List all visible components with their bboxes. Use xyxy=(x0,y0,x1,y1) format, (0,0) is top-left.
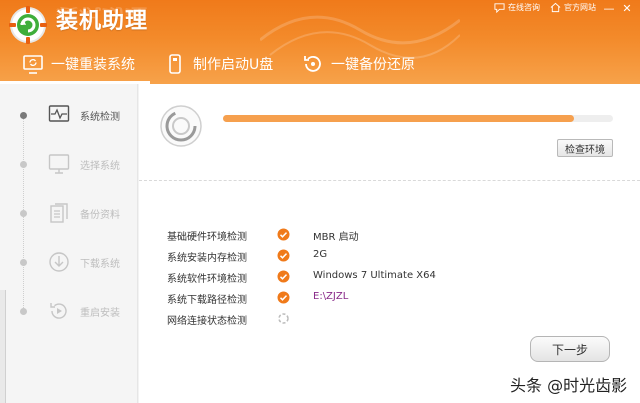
app-title-reflection: 装机助理 xyxy=(56,4,149,19)
watermark: 头条 @时光齿影 xyxy=(510,372,627,396)
detection-panel: 检查环境 基础硬件环境检测 MBR 启动系统安装内存检测 2G 系统软件环境检测 Win… xyxy=(139,84,640,403)
tab-make-usb-label: 制作启动U盘 xyxy=(193,57,274,73)
step-label: 选择系统 xyxy=(80,160,120,172)
scanning-spinner-icon xyxy=(160,105,202,147)
monitor-icon xyxy=(48,154,70,174)
restart-icon xyxy=(50,303,67,319)
tab-reinstall-label: 一键重装系统 xyxy=(51,57,135,73)
step-download-system[interactable]: 下载系统 xyxy=(0,247,138,277)
documents-icon xyxy=(50,203,68,223)
tab-backup-restore[interactable]: 一键备份还原 xyxy=(302,46,415,82)
check-ok-icon xyxy=(277,249,290,262)
download-icon xyxy=(49,252,69,272)
app-logo-icon xyxy=(9,6,47,44)
download-path-link[interactable]: E:\ZJZL xyxy=(313,291,348,302)
check-row: 系统软件环境检测 Windows 7 Ultimate X64 xyxy=(167,267,467,288)
step-label: 下载系统 xyxy=(80,258,120,270)
chat-icon xyxy=(494,3,505,13)
check-ok-icon xyxy=(277,270,290,283)
check-label: 基础硬件环境检测 xyxy=(167,232,247,243)
detection-progress-bar xyxy=(223,115,613,122)
step-label: 重启安装 xyxy=(80,307,120,319)
watermark-text: 头条 @时光齿影 xyxy=(510,376,628,395)
check-label: 网络连接状态检测 xyxy=(167,316,247,327)
app-header: 装机助理 装机助理 在线咨询 官方网站 — ✕ 一键重装系统 制作启动U盘 一键… xyxy=(0,0,640,84)
close-button[interactable]: ✕ xyxy=(618,0,636,16)
tab-backup-restore-label: 一键备份还原 xyxy=(331,57,415,73)
home-icon xyxy=(550,2,561,13)
step-choose-system[interactable]: 选择系统 xyxy=(0,149,138,179)
check-ok-icon xyxy=(277,291,290,304)
check-row: 系统下载路径检测 E:\ZJZL xyxy=(167,288,467,309)
check-label: 系统安装内存检测 xyxy=(167,253,247,264)
check-ok-icon xyxy=(277,228,290,241)
step-dot xyxy=(20,160,27,168)
check-row: 网络连接状态检测 xyxy=(167,309,467,330)
step-system-detect[interactable]: 系统检测 xyxy=(0,100,138,130)
check-value: Windows 7 Ultimate X64 xyxy=(313,270,436,281)
reinstall-icon xyxy=(23,55,43,74)
check-value: 2G xyxy=(313,249,328,260)
step-dot xyxy=(20,307,27,315)
steps-sidebar: 系统检测 选择系统 备份资料 下载系统 重启安装 xyxy=(0,84,138,403)
online-consult-label: 在线咨询 xyxy=(508,3,540,12)
step-label: 系统检测 xyxy=(80,111,120,123)
check-environment-button[interactable]: 检查环境 xyxy=(557,139,613,157)
window-edge xyxy=(0,290,6,403)
usb-icon xyxy=(169,54,181,74)
pulse-monitor-icon xyxy=(48,105,70,122)
official-site-link[interactable]: 官方网站 xyxy=(550,2,596,13)
tab-reinstall-system[interactable]: 一键重装系统 xyxy=(0,46,150,84)
tab-make-usb[interactable]: 制作启动U盘 xyxy=(164,46,273,82)
step-backup-data[interactable]: 备份资料 xyxy=(0,198,138,228)
official-site-label: 官方网站 xyxy=(564,3,596,12)
step-dot xyxy=(20,209,27,217)
main-nav: 一键重装系统 制作启动U盘 一键备份还原 xyxy=(0,46,640,84)
step-label: 备份资料 xyxy=(80,209,120,221)
check-list: 基础硬件环境检测 MBR 启动系统安装内存检测 2G 系统软件环境检测 Windows … xyxy=(167,225,467,330)
progress-fill xyxy=(223,115,574,122)
minimize-button[interactable]: — xyxy=(600,0,618,16)
step-dot xyxy=(20,258,27,266)
step-dot xyxy=(20,111,27,119)
next-step-button[interactable]: 下一步 xyxy=(530,336,610,362)
check-label: 系统软件环境检测 xyxy=(167,274,247,285)
check-label: 系统下载路径检测 xyxy=(167,295,247,306)
loading-spinner-icon xyxy=(278,313,289,324)
online-consult-link[interactable]: 在线咨询 xyxy=(494,2,540,13)
check-value: MBR 启动 xyxy=(313,232,359,243)
check-row: 基础硬件环境检测 MBR 启动 xyxy=(167,225,467,246)
restore-icon xyxy=(304,56,321,72)
step-restart-install[interactable]: 重启安装 xyxy=(0,296,138,326)
check-row: 系统安装内存检测 2G xyxy=(167,246,467,267)
section-divider xyxy=(139,180,640,181)
